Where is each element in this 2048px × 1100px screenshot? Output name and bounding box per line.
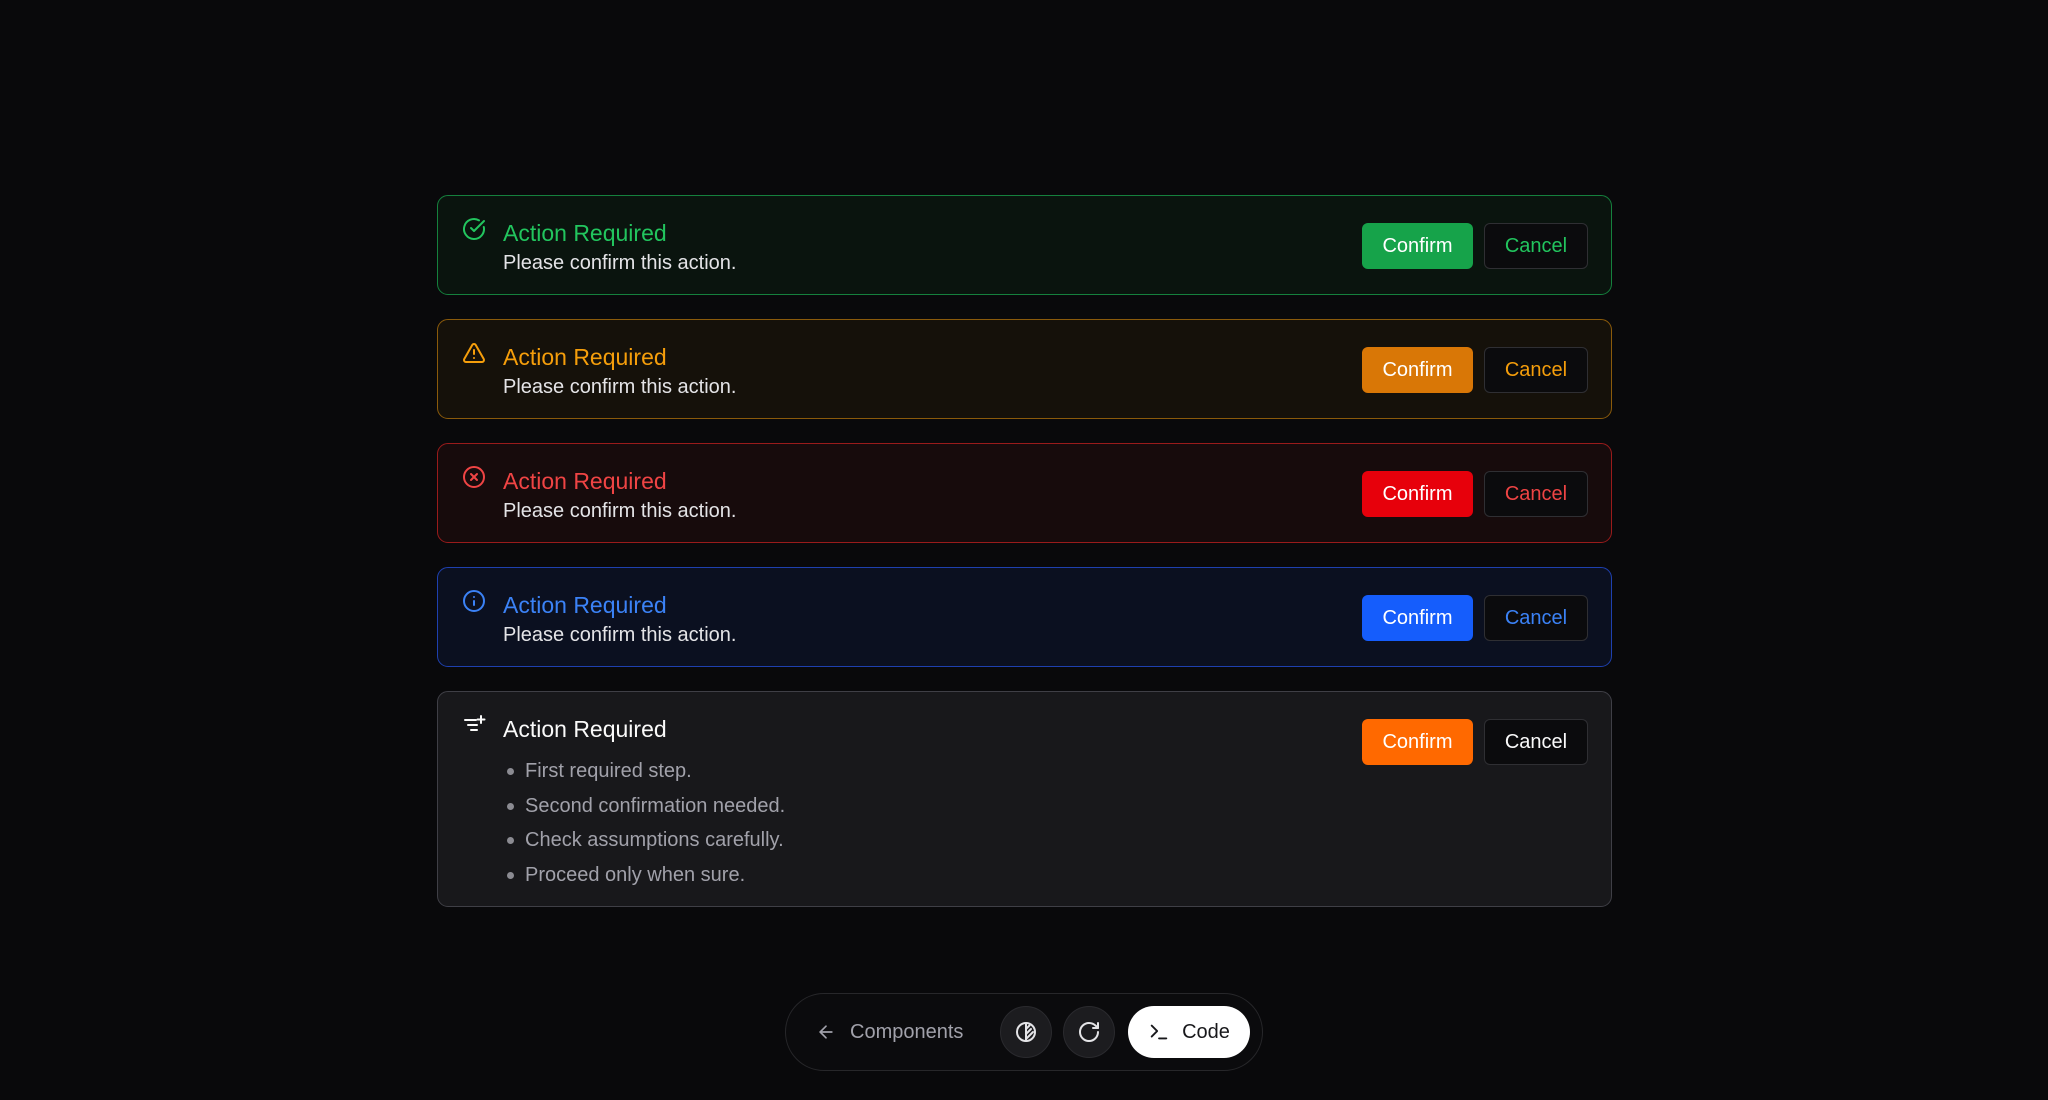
confirm-button[interactable]: Confirm: [1362, 347, 1473, 393]
cancel-button[interactable]: Cancel: [1484, 471, 1588, 517]
bullet-icon: [507, 802, 514, 810]
alert-description: Please confirm this action.: [503, 376, 737, 398]
filter-plus-icon: [464, 715, 486, 731]
bullet-icon: [507, 768, 514, 775]
alert-item-list: First required step. Second confirmation…: [503, 754, 785, 893]
back-link-label: Components: [850, 1020, 964, 1043]
alert-success: Action Required Please confirm this acti…: [437, 195, 1612, 295]
confirm-button[interactable]: Confirm: [1362, 223, 1473, 269]
alert-info: Action Required Please confirm this acti…: [437, 567, 1612, 667]
alert-title: Action Required: [503, 716, 667, 742]
list-item: Proceed only when sure.: [503, 858, 785, 893]
alert-title: Action Required: [503, 344, 667, 370]
alert-description: Please confirm this action.: [503, 252, 737, 274]
alert-title: Action Required: [503, 592, 667, 618]
list-item-text: Check assumptions carefully.: [525, 829, 784, 852]
alert-error: Action Required Please confirm this acti…: [437, 443, 1612, 543]
terminal-icon: [1150, 1024, 1168, 1040]
back-to-components-link[interactable]: Components: [816, 1014, 963, 1050]
cancel-button[interactable]: Cancel: [1484, 347, 1588, 393]
code-button[interactable]: Code: [1128, 1006, 1250, 1058]
cancel-button[interactable]: Cancel: [1484, 719, 1588, 765]
list-item-text: First required step.: [525, 760, 692, 782]
list-item: First required step.: [503, 754, 785, 789]
theme-toggle-button[interactable]: [1000, 1006, 1052, 1058]
cancel-button[interactable]: Cancel: [1484, 223, 1588, 269]
alert-default: Action Required First required step. Sec…: [437, 691, 1612, 907]
code-button-label: Code: [1182, 1020, 1230, 1043]
alert-title: Action Required: [503, 220, 667, 246]
contrast-icon: [1016, 1022, 1036, 1042]
list-item: Second confirmation needed.: [503, 789, 785, 824]
refresh-icon: [1079, 1022, 1099, 1042]
alert-title: Action Required: [503, 468, 667, 494]
warning-triangle-icon: [463, 343, 485, 364]
info-circle-icon: [463, 590, 485, 612]
arrow-left-icon: [819, 1025, 833, 1039]
alert-stack: Action Required Please confirm this acti…: [437, 195, 1612, 931]
alert-description: Please confirm this action.: [503, 500, 737, 522]
x-circle-icon: [463, 466, 485, 488]
list-item-text: Second confirmation needed.: [525, 794, 786, 817]
cancel-button[interactable]: Cancel: [1484, 595, 1588, 641]
list-item-text: Proceed only when sure.: [525, 864, 746, 887]
confirm-button[interactable]: Confirm: [1362, 471, 1473, 517]
alert-warning: Action Required Please confirm this acti…: [437, 319, 1612, 419]
bullet-icon: [507, 837, 514, 845]
check-circle-icon: [463, 218, 485, 240]
bullet-icon: [507, 872, 514, 880]
alert-description: Please confirm this action.: [503, 624, 737, 646]
refresh-button[interactable]: [1063, 1006, 1115, 1058]
list-item: Check assumptions carefully.: [503, 823, 785, 858]
bottom-dock: Components Code: [785, 993, 1263, 1071]
confirm-button[interactable]: Confirm: [1362, 595, 1473, 641]
confirm-button[interactable]: Confirm: [1362, 719, 1473, 765]
